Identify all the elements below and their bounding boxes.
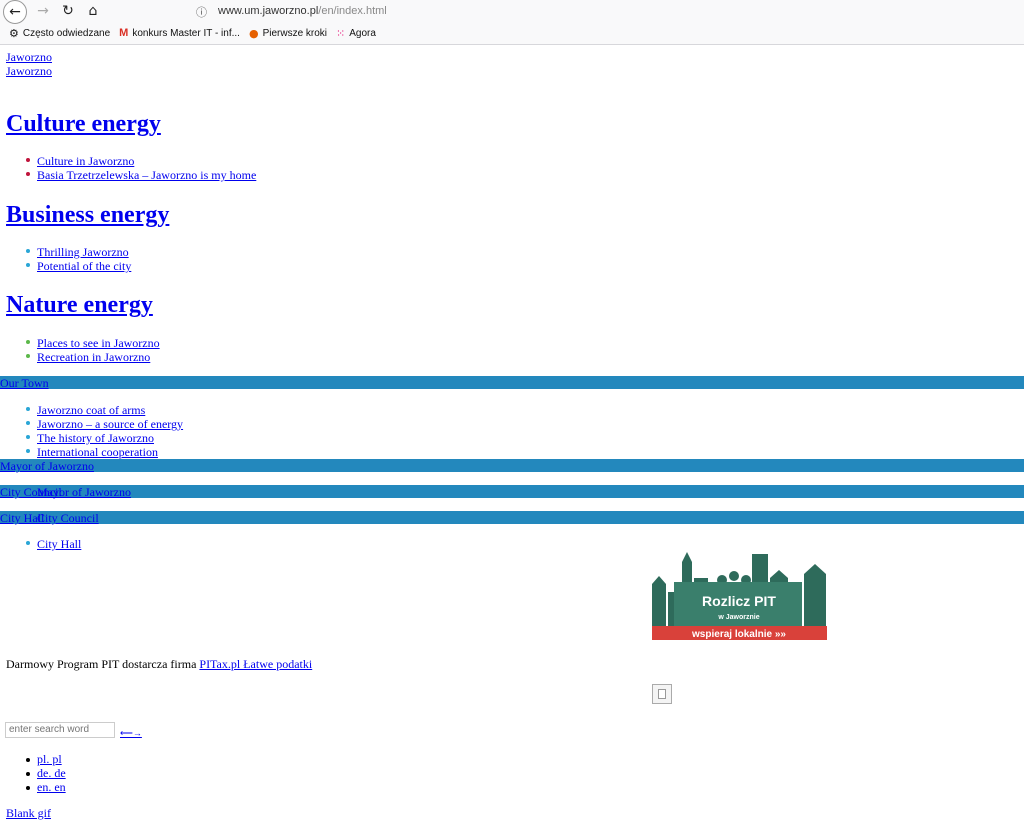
search-button[interactable]: ⟵→: [120, 728, 142, 739]
menu-bar-city-hall: City Hall City Council: [0, 511, 1024, 526]
browser-toolbar: ← → ↻ ⌂ ⓘ www.um.jaworzno.pl/en/index.ht…: [0, 0, 1024, 45]
agora-icon: ⁙: [336, 26, 346, 40]
home-button[interactable]: ⌂: [82, 0, 104, 22]
city-council-overlap-link[interactable]: City Council: [37, 511, 99, 526]
logo-subtitle: w Jaworznie: [717, 614, 759, 621]
footer-text: Darmowy Program PIT dostarcza firma: [6, 657, 197, 671]
firefox-icon: ●: [248, 26, 259, 40]
logo-tagline: wspieraj lokalnie »»: [691, 629, 786, 640]
our-town-item-4[interactable]: International cooperation: [37, 445, 158, 459]
bullet: [26, 158, 30, 162]
pit-footer-text: Darmowy Program PIT dostarcza firma PITa…: [6, 657, 312, 671]
bookmark-pierwsze[interactable]: ● Pierwsze kroki: [249, 27, 327, 40]
bookmark-label: konkurs Master IT - inf...: [132, 27, 240, 39]
bullet: [26, 449, 30, 453]
search-input[interactable]: [5, 722, 115, 738]
menu-bar-our-town: Our Town: [0, 376, 1024, 390]
business-item-2[interactable]: Potential of the city: [37, 259, 131, 273]
url-path: /en/index.html: [318, 5, 387, 17]
forward-button[interactable]: →: [32, 0, 54, 22]
bullet: [26, 786, 30, 790]
mayor-link[interactable]: Mayor of Jaworzno: [0, 459, 94, 473]
lang-de-link[interactable]: de. de: [37, 766, 66, 780]
rozlicz-pit-banner[interactable]: Rozlicz PIT w Jaworznie wspieraj lokalni…: [652, 552, 827, 642]
url-host: www.um.jaworzno.pl: [218, 5, 319, 17]
culture-item-2[interactable]: Basia Trzetrzelewska – Jaworzno is my ho…: [37, 168, 256, 182]
bookmark-agora[interactable]: ⁙ Agora: [336, 27, 376, 40]
broken-image-icon: [652, 684, 672, 704]
logo-title: Rozlicz PIT: [702, 593, 776, 609]
gear-icon: ⚙: [9, 26, 19, 40]
culture-item-1[interactable]: Culture in Jaworzno: [37, 154, 134, 168]
pitax-link[interactable]: PITax.pl Łatwe podatki: [199, 657, 312, 671]
bullet: [26, 758, 30, 762]
pit-logo-graphic: Rozlicz PIT w Jaworznie wspieraj lokalni…: [652, 552, 827, 640]
nature-item-1[interactable]: Places to see in Jaworzno: [37, 336, 160, 350]
bullet: [26, 340, 30, 344]
culture-energy-heading[interactable]: Culture energy: [6, 110, 161, 138]
bookmark-czesto[interactable]: ⚙ Często odwiedzane: [9, 27, 110, 40]
bookmark-label: Agora: [349, 27, 376, 39]
our-town-item-1[interactable]: Jaworzno coat of arms: [37, 403, 145, 417]
blank-gif-link[interactable]: Blank gif: [6, 806, 51, 820]
bookmark-label: Często odwiedzane: [22, 27, 111, 39]
bookmark-label: Pierwsze kroki: [262, 27, 328, 39]
bookmark-konkurs[interactable]: Mkonkurs Master IT - inf...: [119, 27, 240, 39]
bookmarks-bar: ⚙ Często odwiedzane Mkonkurs Master IT - …: [0, 24, 376, 42]
bullet: [26, 435, 30, 439]
bullet: [26, 421, 30, 425]
jaworzno-link-1[interactable]: Jaworzno: [6, 50, 52, 64]
city-hall-item[interactable]: City Hall: [37, 537, 81, 551]
bullet: [26, 772, 30, 776]
menu-bar-mayor: Mayor of Jaworzno: [0, 459, 1024, 473]
our-town-link[interactable]: Our Town: [0, 376, 49, 390]
bullet: [26, 263, 30, 267]
reload-button[interactable]: ↻: [57, 0, 79, 22]
bullet: [26, 541, 30, 545]
bullet: [26, 172, 30, 176]
bullet: [26, 354, 30, 358]
back-button[interactable]: ←: [3, 0, 27, 24]
lang-pl-link[interactable]: pl. pl: [37, 752, 62, 766]
address-bar[interactable]: ⓘ www.um.jaworzno.pl/en/index.html: [196, 2, 1024, 20]
our-town-item-3[interactable]: The history of Jaworzno: [37, 431, 154, 445]
nature-energy-heading[interactable]: Nature energy: [6, 291, 153, 319]
lang-en-link[interactable]: en. en: [37, 780, 66, 794]
jaworzno-link-2[interactable]: Jaworzno: [6, 64, 52, 78]
our-town-item-2[interactable]: Jaworzno – a source of energy: [37, 417, 183, 431]
nature-item-2[interactable]: Recreation in Jaworzno: [37, 350, 150, 364]
business-item-1[interactable]: Thrilling Jaworzno: [37, 245, 129, 259]
gmail-icon: M: [119, 27, 129, 39]
mayor-overlap-link[interactable]: Mayor of Jaworzno: [37, 485, 131, 500]
bullet: [26, 249, 30, 253]
menu-bar-city-council: City Council Mayor of Jaworzno: [0, 485, 1024, 500]
info-icon[interactable]: ⓘ: [196, 4, 210, 19]
bullet: [26, 407, 30, 411]
business-energy-heading[interactable]: Business energy: [6, 201, 169, 229]
